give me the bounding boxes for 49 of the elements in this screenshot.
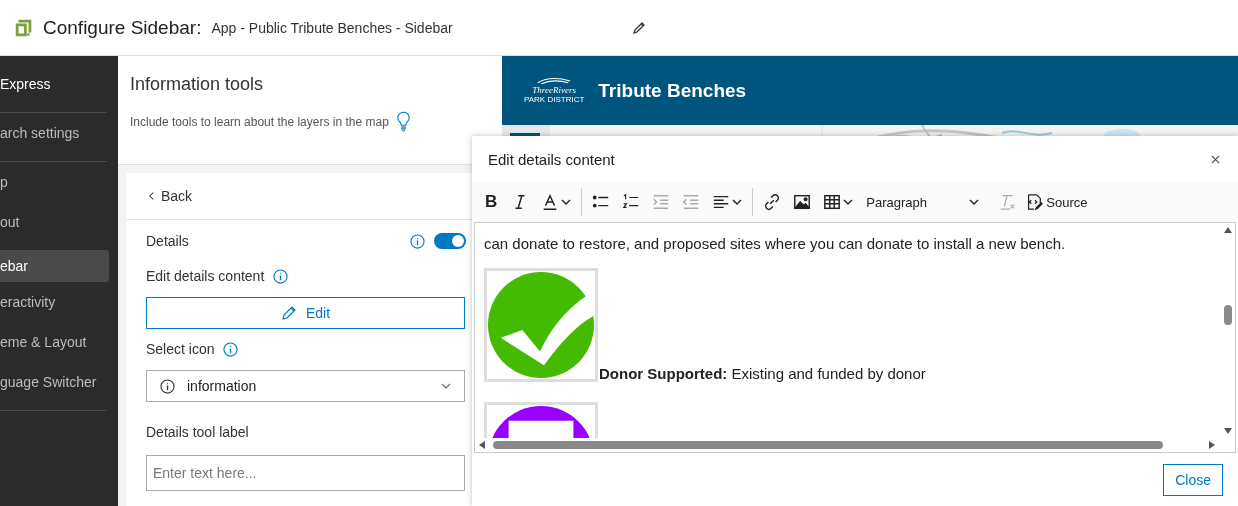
nav-item[interactable]: guage Switcher (0, 366, 109, 406)
nav-item[interactable]: eractivity (0, 286, 109, 326)
align-icon (712, 193, 731, 211)
paragraph: can donate to restore, and proposed sites where you can donate to install a new bench. (484, 235, 1067, 252)
input-field[interactable]: Enter text here... (146, 455, 465, 491)
info-icon[interactable] (410, 233, 425, 249)
field-label: Edit details content (146, 268, 265, 284)
nav-item[interactable]: Express (0, 68, 109, 108)
info-icon[interactable] (223, 341, 239, 357)
info-icon (160, 378, 175, 394)
legend-text: Donor Supported: Existing and funded by donor (599, 365, 926, 382)
close-button[interactable]: Close (1163, 463, 1223, 496)
clear-icon (998, 193, 1017, 211)
image-icon (793, 193, 812, 211)
link-icon (763, 193, 782, 211)
format-select[interactable]: Paragraph (860, 190, 986, 214)
info-icon[interactable] (273, 268, 289, 284)
lightbulb-icon[interactable] (396, 111, 410, 132)
icon-select[interactable]: information (146, 370, 465, 402)
details-label: Details (146, 233, 189, 249)
app-name: App - Public Tribute Benches - Sidebar (211, 19, 453, 36)
caret-icon (732, 199, 743, 205)
nav-item[interactable]: eme & Layout (0, 326, 109, 366)
toggle-switch[interactable] (434, 233, 466, 249)
nav-item[interactable]: out (0, 206, 109, 246)
section-description: Include tools to learn about the layers in the map (130, 114, 389, 129)
indent-icon (652, 193, 671, 211)
nav-item[interactable]: ebar (0, 250, 109, 282)
dialog-title: Edit details content (488, 150, 615, 168)
app-title: Tribute Benches (598, 79, 747, 102)
pencil-icon (280, 305, 297, 321)
nav-item[interactable]: p (0, 166, 109, 206)
table-icon (823, 193, 842, 211)
caret-icon (843, 199, 854, 205)
source-button[interactable]: Source (1023, 189, 1090, 215)
section-title: Information tools (130, 74, 265, 95)
numbers-icon (622, 193, 641, 211)
chevron-left-icon (148, 191, 155, 201)
chevron-down-icon (441, 383, 451, 389)
field-label: Select icon (146, 341, 215, 357)
caret-icon (561, 199, 572, 205)
brand-logo: ThreeRivers PARK DISTRICT (524, 77, 585, 104)
chevron-down-icon (969, 199, 980, 205)
edit-button[interactable]: Edit (146, 297, 465, 329)
page-title: Configure Sidebar: (43, 16, 202, 39)
field-label: Details tool label (146, 424, 249, 440)
outdent-icon (682, 193, 701, 211)
code-file-icon (1025, 193, 1044, 211)
nav-item[interactable]: arch settings (0, 117, 109, 157)
